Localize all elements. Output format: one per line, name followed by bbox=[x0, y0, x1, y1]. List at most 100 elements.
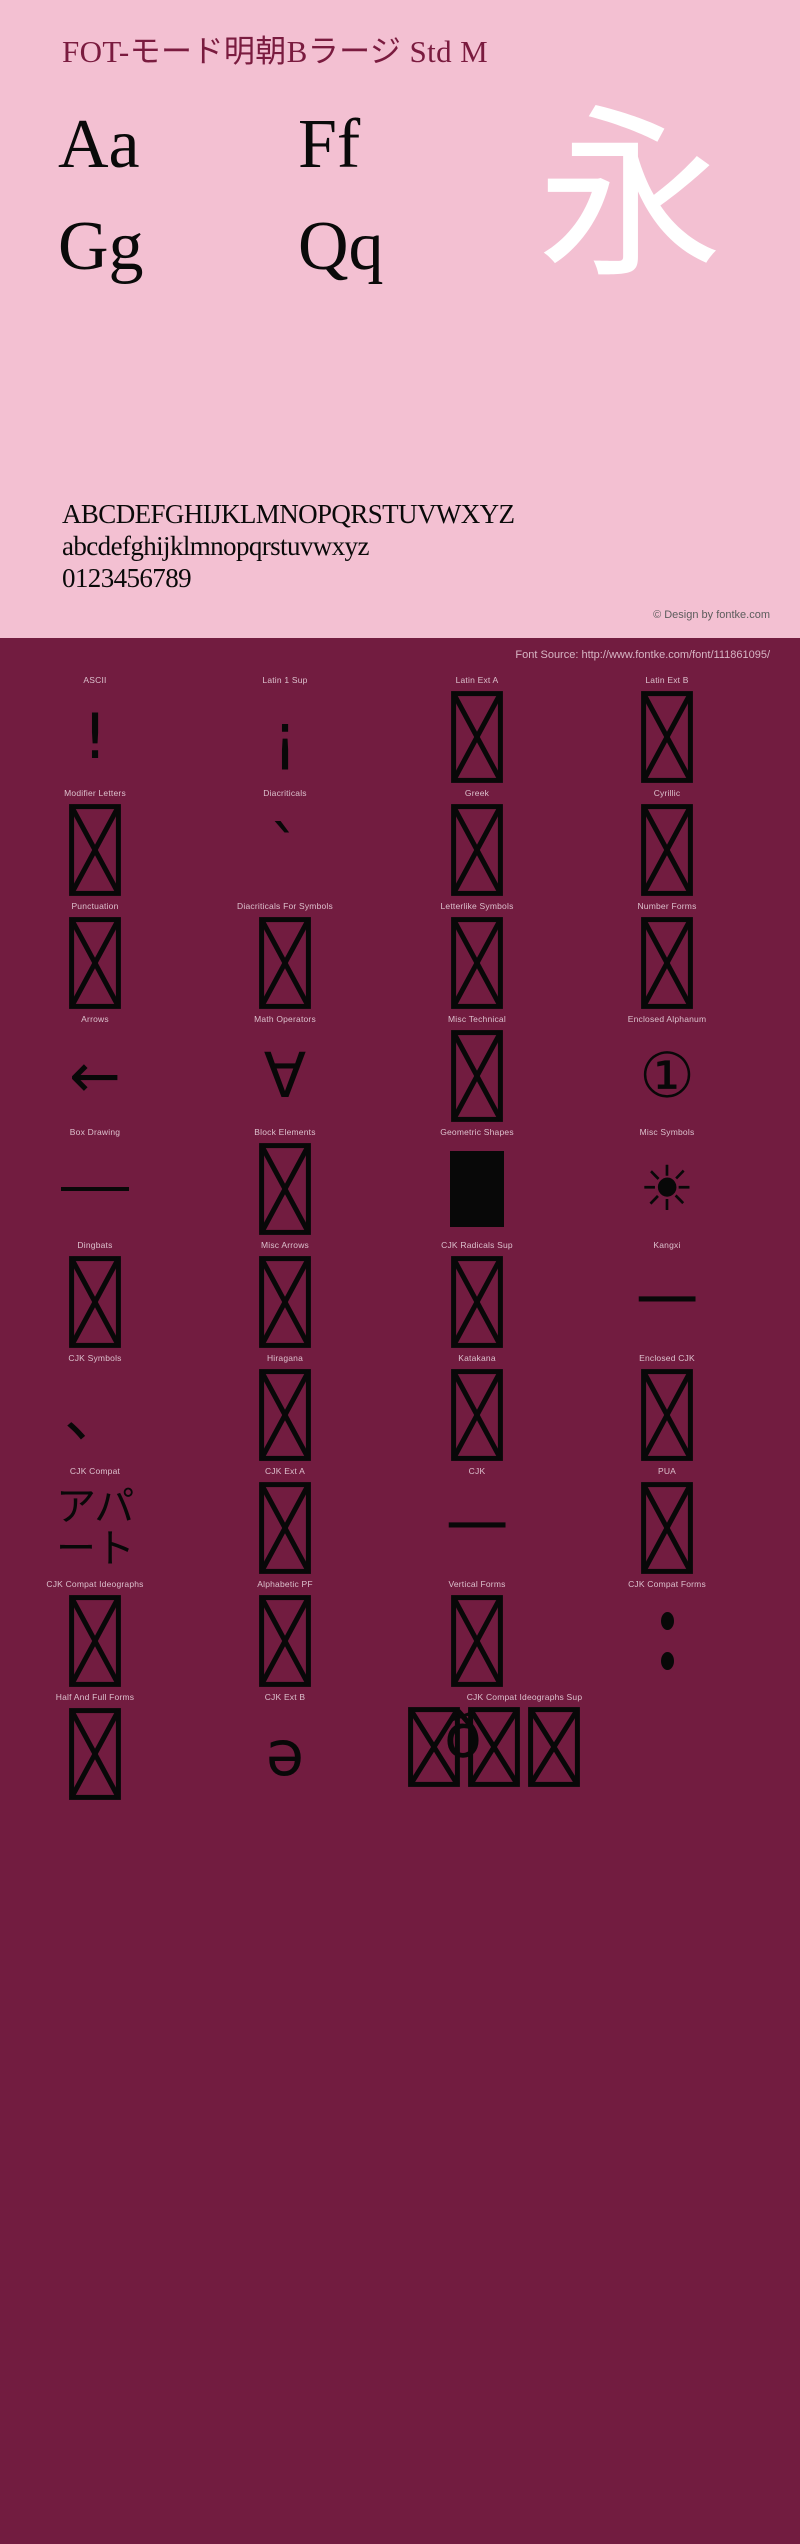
unicode-block-cell[interactable]: Latin Ext B bbox=[572, 674, 762, 787]
missing-glyph-icon bbox=[69, 1595, 121, 1687]
missing-glyph-icon bbox=[451, 1595, 503, 1687]
unicode-block-cell[interactable]: CJK Ext B ə bbox=[190, 1691, 380, 1804]
unicode-block-label: Modifier Letters bbox=[64, 788, 126, 798]
unicode-block-sample bbox=[190, 1140, 380, 1238]
unicode-block-sample bbox=[0, 801, 190, 899]
unicode-block-cell[interactable]: CJK Compat Forms bbox=[572, 1578, 762, 1691]
unicode-block-label: Kangxi bbox=[653, 1240, 681, 1250]
unicode-block-label: Hiragana bbox=[266, 1353, 304, 1363]
unicode-block-cell[interactable]: Misc Symbols ☀ bbox=[572, 1126, 762, 1239]
unicode-block-sample bbox=[382, 1253, 572, 1351]
unicode-block-cell[interactable]: Greek bbox=[382, 787, 572, 900]
block-sample-glyph: ☀ bbox=[639, 1151, 695, 1225]
unicode-block-cell[interactable]: Letterlike Symbols bbox=[382, 900, 572, 1013]
unicode-block-label: Alphabetic PF bbox=[257, 1579, 313, 1589]
unicode-block-label: Box Drawing bbox=[69, 1127, 121, 1137]
missing-glyph-icon bbox=[641, 691, 693, 783]
specimen-panel: FOT-モード明朝Bラージ Std M Aa Ff Gg Qq 永 ABCDEF… bbox=[0, 0, 800, 638]
unicode-block-cell[interactable]: CJK Symbols 、 bbox=[0, 1352, 190, 1465]
unicode-block-sample bbox=[0, 1140, 190, 1238]
missing-glyph-icon bbox=[451, 1256, 503, 1348]
missing-glyph-icon bbox=[451, 1369, 503, 1461]
unicode-block-cell[interactable]: Diacriticals For Symbols bbox=[190, 900, 380, 1013]
design-credit: © Design by fontke.com bbox=[653, 609, 770, 621]
unicode-block-sample bbox=[190, 1366, 380, 1464]
unicode-block-label: PUA bbox=[657, 1466, 677, 1476]
unicode-block-cell[interactable]: CJK Compat アパ ート bbox=[0, 1465, 190, 1578]
unicode-block-label: CJK Compat Forms bbox=[628, 1579, 706, 1589]
unicode-block-cell[interactable]: Alphabetic PF bbox=[190, 1578, 380, 1691]
unicode-block-cell[interactable]: Number Forms bbox=[572, 900, 762, 1013]
charset-lowercase: abcdefghijklmnopqrstuvwxyz bbox=[62, 531, 369, 561]
unicode-block-sample bbox=[572, 688, 762, 786]
unicode-block-cell[interactable]: Katakana bbox=[382, 1352, 572, 1465]
missing-glyph-icon bbox=[451, 1030, 503, 1122]
unicode-block-cell[interactable]: PUA bbox=[572, 1465, 762, 1578]
missing-glyph-icon bbox=[641, 917, 693, 1009]
kana-sample-glyph: アパ ート bbox=[56, 1484, 135, 1572]
unicode-block-cell[interactable]: Kangxi 一 bbox=[572, 1239, 762, 1352]
unicode-block-cell[interactable]: Misc Technical bbox=[382, 1013, 572, 1126]
unicode-block-row: CJK Compat アパ ート CJK Ext A CJK 一 PUA bbox=[0, 1465, 800, 1578]
unicode-block-cell[interactable]: Dingbats bbox=[0, 1239, 190, 1352]
unicode-block-sample bbox=[572, 1479, 762, 1577]
compat-forms-glyph bbox=[660, 1612, 674, 1670]
unicode-block-label: ASCII bbox=[83, 675, 107, 685]
unicode-block-cell[interactable]: Punctuation bbox=[0, 900, 190, 1013]
unicode-block-row: Modifier Letters Diacriticals ˋ Greek Cyrill… bbox=[0, 787, 800, 900]
unicode-block-label: Dingbats bbox=[77, 1240, 113, 1250]
unicode-block-sample: ¡ bbox=[190, 688, 380, 786]
unicode-block-label: Latin Ext B bbox=[645, 675, 689, 685]
unicode-block-cell[interactable]: Box Drawing bbox=[0, 1126, 190, 1239]
unicode-block-sample bbox=[190, 914, 380, 1012]
kanji-specimen-glyph: 永 bbox=[537, 88, 723, 304]
charset-block: ABCDEFGHIJKLMNOPQRSTUVWXYZ abcdefghijklm… bbox=[62, 498, 515, 594]
unicode-block-cell[interactable]: Hiragana bbox=[190, 1352, 380, 1465]
unicode-block-cell[interactable]: Modifier Letters bbox=[0, 787, 190, 900]
unicode-block-label: CJK Ext B bbox=[264, 1692, 306, 1702]
unicode-block-row: Box Drawing Block Elements Geometric Shape… bbox=[0, 1126, 800, 1239]
missing-glyph-icon bbox=[259, 1595, 311, 1687]
unicode-block-cell[interactable]: Cyrillic bbox=[572, 787, 762, 900]
unicode-block-cell[interactable]: CJK Ext A bbox=[190, 1465, 380, 1578]
unicode-block-cell[interactable]: Enclosed Alphanum ① bbox=[572, 1013, 762, 1126]
unicode-block-label: Greek bbox=[464, 788, 490, 798]
unicode-block-label: Arrows bbox=[81, 1014, 109, 1024]
glyph-sample-qq: Qq bbox=[298, 208, 384, 285]
unicode-block-sample: 一 bbox=[572, 1253, 762, 1351]
unicode-block-cell[interactable]: Block Elements bbox=[190, 1126, 380, 1239]
unicode-block-cell[interactable]: Misc Arrows bbox=[190, 1239, 380, 1352]
unicode-block-sample: ∀ bbox=[190, 1027, 380, 1125]
unicode-block-sample bbox=[572, 1592, 762, 1690]
unicode-block-cell[interactable]: Arrows ← bbox=[0, 1013, 190, 1126]
unicode-block-cell[interactable]: CJK Radicals Sup bbox=[382, 1239, 572, 1352]
unicode-block-cell[interactable]: Diacriticals ˋ bbox=[190, 787, 380, 900]
font-source-link[interactable]: Font Source: http://www.fontke.com/font/… bbox=[515, 648, 770, 662]
block-sample-glyph: ∀ bbox=[263, 1038, 307, 1112]
unicode-block-cell[interactable]: Half And Full Forms bbox=[0, 1691, 190, 1804]
unicode-block-cell[interactable]: Geometric Shapes bbox=[382, 1126, 572, 1239]
unicode-block-sample bbox=[382, 688, 572, 786]
glyph-sample-ff: Ff bbox=[298, 106, 361, 183]
unicode-block-cell[interactable]: Math Operators ∀ bbox=[190, 1013, 380, 1126]
unicode-block-sample: ! bbox=[0, 688, 190, 786]
unicode-block-label: Letterlike Symbols bbox=[440, 901, 514, 911]
unicode-block-label: CJK Radicals Sup bbox=[441, 1240, 513, 1250]
unicode-block-cell[interactable]: Vertical Forms bbox=[382, 1578, 572, 1691]
unicode-block-cell[interactable]: CJK 一 bbox=[382, 1465, 572, 1578]
unicode-block-label: Vertical Forms bbox=[448, 1579, 506, 1589]
unicode-block-cell[interactable]: CJK Compat Ideographs bbox=[0, 1578, 190, 1691]
unicode-block-label: Misc Arrows bbox=[260, 1240, 309, 1250]
block-sample-glyph: ¡ bbox=[272, 699, 298, 773]
unicode-block-label: CJK bbox=[468, 1466, 486, 1476]
unicode-block-cell[interactable]: Latin 1 Sup ¡ bbox=[190, 674, 380, 787]
unicode-block-cell[interactable]: Latin Ext A bbox=[382, 674, 572, 787]
block-sample-glyph: ˋ bbox=[269, 812, 301, 886]
missing-glyph-icon bbox=[641, 1482, 693, 1574]
unicode-block-sample bbox=[572, 801, 762, 899]
unicode-block-sample bbox=[0, 1705, 190, 1803]
charset-digits: 0123456789 bbox=[62, 563, 192, 593]
unicode-block-cell[interactable]: CJK Compat Ideographs Sup ð bbox=[382, 1691, 667, 1804]
unicode-block-cell[interactable]: ASCII! bbox=[0, 674, 190, 787]
unicode-block-cell[interactable]: Enclosed CJK bbox=[572, 1352, 762, 1465]
